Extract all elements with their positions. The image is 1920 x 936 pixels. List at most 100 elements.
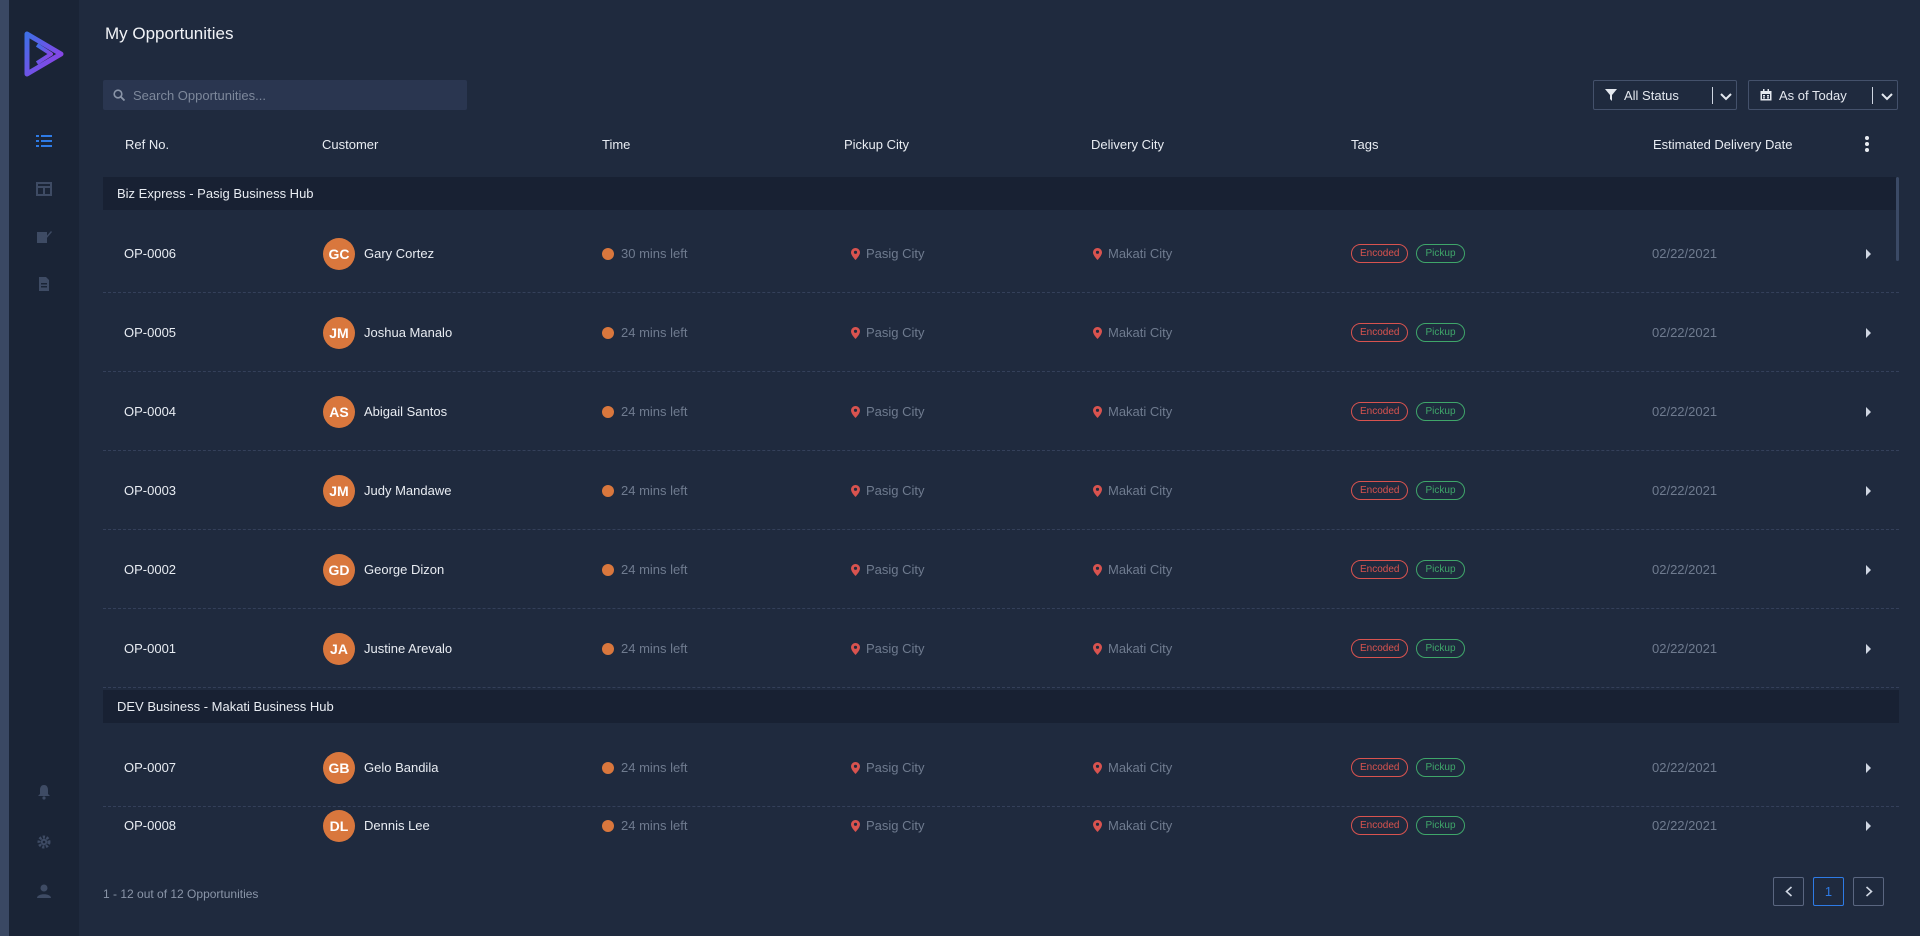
- list-icon: [36, 135, 52, 147]
- estimated-delivery-date: 02/22/2021: [1652, 404, 1718, 419]
- ref-number: OP-0006: [124, 246, 177, 261]
- pickup-city: Pasig City: [866, 818, 925, 833]
- delivery-city: Makati City: [1108, 404, 1173, 419]
- nav-list-icon[interactable]: [33, 130, 55, 152]
- nav-edit-icon[interactable]: [33, 226, 55, 248]
- tag-pickup: Pickup: [1416, 560, 1465, 579]
- column-header-time[interactable]: Time: [602, 137, 630, 152]
- nav-notifications[interactable]: [33, 781, 55, 803]
- page-1-button[interactable]: 1: [1813, 877, 1844, 906]
- tag-pickup: Pickup: [1416, 323, 1465, 342]
- customer-name: Judy Mandawe: [364, 483, 452, 498]
- table-row[interactable]: OP-0006 GC Gary Cortez 30 mins left Pasig Ci…: [103, 214, 1899, 293]
- nav-profile[interactable]: [33, 880, 55, 902]
- time-cell: 24 mins left: [602, 293, 687, 372]
- delivery-city-cell: Makati City: [1093, 530, 1172, 609]
- delivery-city-cell: Makati City: [1093, 214, 1172, 293]
- estimated-delivery-date: 02/22/2021: [1652, 246, 1718, 261]
- column-header-pickup-city[interactable]: Pickup City: [844, 137, 909, 152]
- pickup-city: Pasig City: [866, 483, 925, 498]
- columns-icon: [36, 182, 52, 196]
- logo-icon[interactable]: [23, 30, 65, 78]
- time-cell: 24 mins left: [602, 807, 687, 846]
- pickup-city: Pasig City: [866, 246, 925, 261]
- table-row[interactable]: OP-0001 JA Justine Arevalo 24 mins left Pasi…: [103, 609, 1899, 688]
- column-header-ref[interactable]: Ref No.: [125, 137, 169, 152]
- tags-cell: Encoded Pickup: [1351, 293, 1473, 372]
- tag-encoded: Encoded: [1351, 402, 1409, 421]
- avatar: GC: [323, 237, 355, 270]
- row-expand-button[interactable]: [1865, 728, 1872, 807]
- customer-cell: JM Joshua Manalo: [323, 293, 452, 372]
- table-row[interactable]: OP-0007 GB Gelo Bandila 24 mins left Pasig C…: [103, 728, 1899, 807]
- caret-right-icon: [1866, 406, 1871, 417]
- column-header-customer[interactable]: Customer: [322, 137, 378, 152]
- caret-right-icon: [1866, 762, 1871, 773]
- time-cell: 24 mins left: [602, 609, 687, 688]
- row-expand-button[interactable]: [1865, 293, 1872, 372]
- avatar: DL: [323, 809, 355, 842]
- map-pin-icon: [1093, 405, 1102, 418]
- customer-cell: DL Dennis Lee: [323, 807, 430, 846]
- time-cell: 24 mins left: [602, 451, 687, 530]
- tag-pickup: Pickup: [1416, 481, 1465, 500]
- time-status-dot: [602, 247, 614, 260]
- row-expand-button[interactable]: [1865, 214, 1872, 293]
- row-expand-button[interactable]: [1865, 609, 1872, 688]
- map-pin-icon: [1093, 563, 1102, 576]
- delivery-city: Makati City: [1108, 641, 1173, 656]
- time-remaining: 30 mins left: [621, 246, 688, 261]
- estimated-delivery-date: 02/22/2021: [1652, 325, 1718, 340]
- map-pin-icon: [851, 642, 860, 655]
- kebab-icon[interactable]: [1863, 134, 1871, 154]
- estimated-delivery-date: 02/22/2021: [1652, 483, 1718, 498]
- page-title: My Opportunities: [105, 24, 234, 43]
- pickup-city-cell: Pasig City: [851, 372, 925, 451]
- map-pin-icon: [851, 761, 860, 774]
- column-header-delivery-city[interactable]: Delivery City: [1091, 137, 1164, 152]
- search-input[interactable]: [133, 87, 453, 103]
- tag-encoded: Encoded: [1351, 816, 1409, 835]
- ref-number: OP-0008: [124, 818, 177, 833]
- tag-pickup: Pickup: [1416, 758, 1465, 777]
- row-expand-button[interactable]: [1865, 530, 1872, 609]
- previous-page-button[interactable]: [1773, 877, 1804, 906]
- estimated-delivery-date: 02/22/2021: [1652, 562, 1718, 577]
- column-header-tags[interactable]: Tags: [1351, 137, 1378, 152]
- nav-columns-icon[interactable]: [33, 178, 55, 200]
- caret-right-icon: [1866, 564, 1871, 575]
- time-remaining: 24 mins left: [621, 641, 688, 656]
- table-row[interactable]: OP-0008 DL Dennis Lee 24 mins left Pasig Cit…: [103, 807, 1899, 846]
- tag-pickup: Pickup: [1416, 816, 1465, 835]
- table-row[interactable]: OP-0002 GD George Dizon 24 mins left Pasig C…: [103, 530, 1899, 609]
- tags-cell: Encoded Pickup: [1351, 372, 1473, 451]
- date-filter[interactable]: As of Today: [1748, 80, 1898, 110]
- tag-encoded: Encoded: [1351, 323, 1409, 342]
- row-expand-button[interactable]: [1865, 807, 1872, 846]
- table-row[interactable]: OP-0004 AS Abigail Santos 24 mins left Pasig…: [103, 372, 1899, 451]
- avatar: JA: [323, 632, 355, 665]
- column-header-estimated-delivery-date[interactable]: Estimated Delivery Date: [1653, 137, 1792, 152]
- nav-settings[interactable]: [33, 831, 55, 853]
- customer-cell: AS Abigail Santos: [323, 372, 447, 451]
- row-expand-button[interactable]: [1865, 372, 1872, 451]
- pickup-city-cell: Pasig City: [851, 451, 925, 530]
- pickup-city: Pasig City: [866, 760, 925, 775]
- delivery-city-cell: Makati City: [1093, 807, 1172, 846]
- time-remaining: 24 mins left: [621, 404, 688, 419]
- table-row[interactable]: OP-0003 JM Judy Mandawe 24 mins left Pasig C…: [103, 451, 1899, 530]
- tags-cell: Encoded Pickup: [1351, 728, 1473, 807]
- nav-document-icon[interactable]: [33, 273, 55, 295]
- next-page-button[interactable]: [1853, 877, 1884, 906]
- status-filter[interactable]: All Status: [1593, 80, 1737, 110]
- customer-cell: JA Justine Arevalo: [323, 609, 452, 688]
- estimated-delivery-date: 02/22/2021: [1652, 760, 1718, 775]
- caret-right-icon: [1866, 820, 1871, 831]
- row-expand-button[interactable]: [1865, 451, 1872, 530]
- search-box[interactable]: [103, 80, 467, 110]
- ref-number: OP-0004: [124, 404, 177, 419]
- map-pin-icon: [1093, 819, 1102, 832]
- scrollbar-thumb[interactable]: [1896, 177, 1899, 261]
- group-header: DEV Business - Makati Business Hub: [103, 690, 1899, 723]
- table-row[interactable]: OP-0005 JM Joshua Manalo 24 mins left Pasig …: [103, 293, 1899, 372]
